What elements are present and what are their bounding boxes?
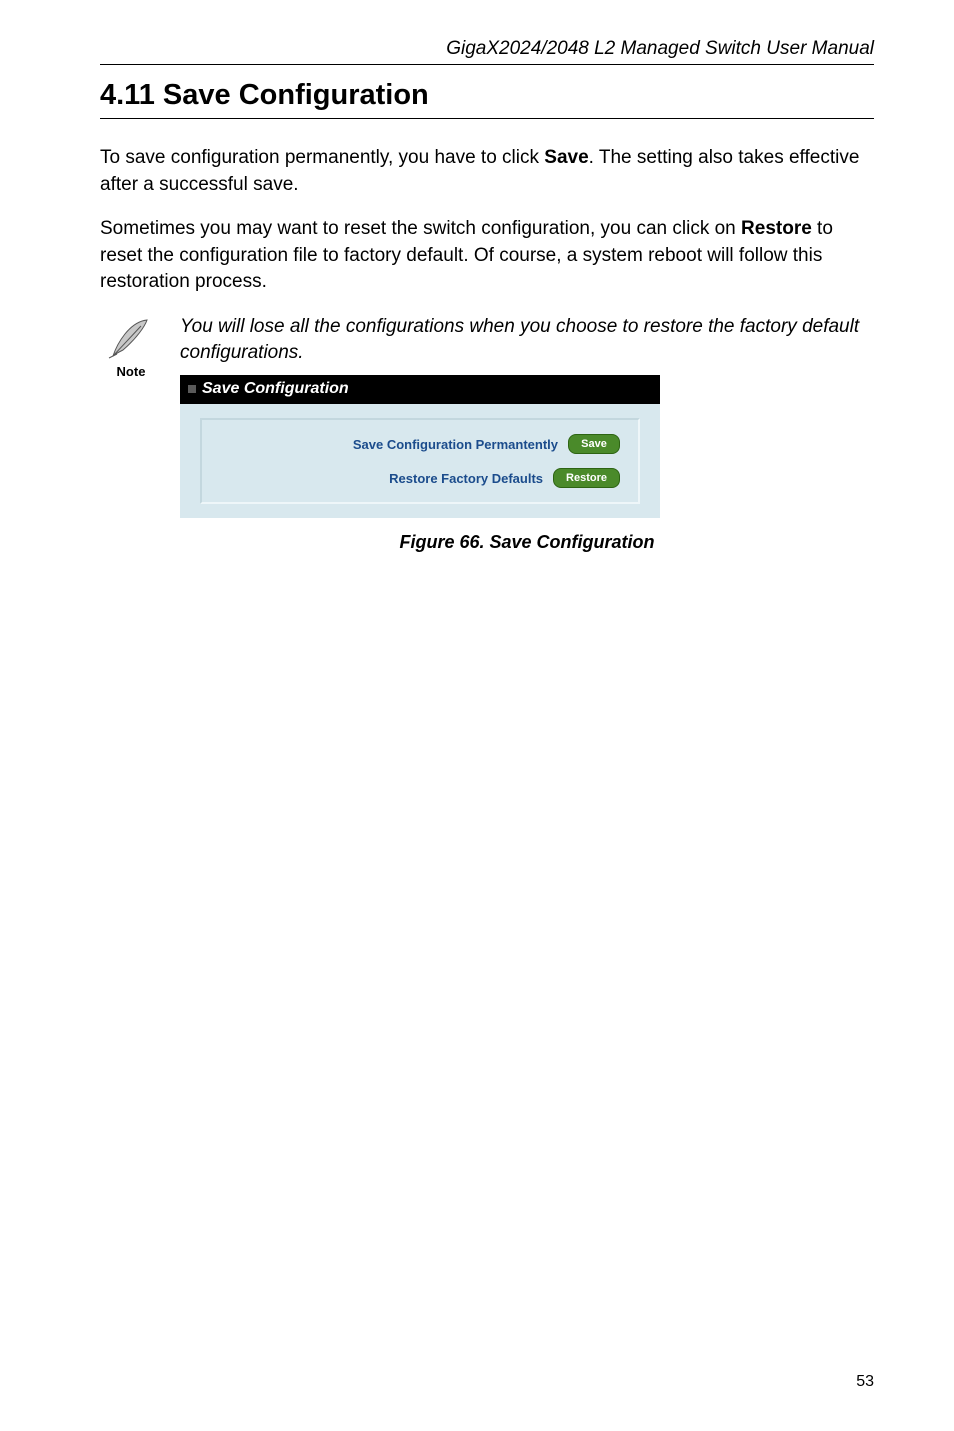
section-number: 4.11 [100, 79, 155, 111]
screenshot-body: Save Configuration Permantently Save Res… [180, 404, 660, 518]
figure-caption: Figure 66. Save Configuration [180, 532, 874, 553]
note-block: Note You will lose all the configuration… [100, 314, 874, 553]
note-label: Note [100, 364, 162, 379]
restore-defaults-label: Restore Factory Defaults [389, 471, 543, 486]
titlebar-decor-icon [188, 385, 196, 393]
embedded-screenshot: Save Configuration Save Configuration Pe… [180, 375, 660, 518]
screenshot-inset-panel: Save Configuration Permantently Save Res… [200, 418, 640, 504]
save-button[interactable]: Save [568, 434, 620, 454]
section-heading: 4.11 Save Configuration [100, 79, 874, 119]
restore-button[interactable]: Restore [553, 468, 620, 488]
p2-bold: Restore [741, 218, 812, 239]
page-number: 53 [856, 1373, 874, 1391]
config-row-restore: Restore Factory Defaults Restore [220, 468, 620, 488]
body-paragraph-2: Sometimes you may want to reset the swit… [100, 216, 874, 296]
screenshot-title: Save Configuration [202, 380, 349, 398]
section-title-text: Save Configuration [163, 79, 429, 111]
feather-icon [107, 314, 155, 362]
p2-text-a: Sometimes you may want to reset the swit… [100, 218, 741, 239]
running-header: GigaX2024/2048 L2 Managed Switch User Ma… [100, 38, 874, 65]
save-permanently-label: Save Configuration Permantently [353, 437, 558, 452]
config-row-save: Save Configuration Permantently Save [220, 434, 620, 454]
note-icon-column: Note [100, 314, 162, 379]
note-text: You will lose all the configurations whe… [180, 314, 874, 365]
screenshot-titlebar: Save Configuration [180, 375, 660, 404]
p1-text-a: To save configuration permanently, you h… [100, 147, 544, 168]
p1-bold: Save [544, 147, 588, 168]
body-paragraph-1: To save configuration permanently, you h… [100, 145, 874, 198]
note-text-column: You will lose all the configurations whe… [180, 314, 874, 553]
